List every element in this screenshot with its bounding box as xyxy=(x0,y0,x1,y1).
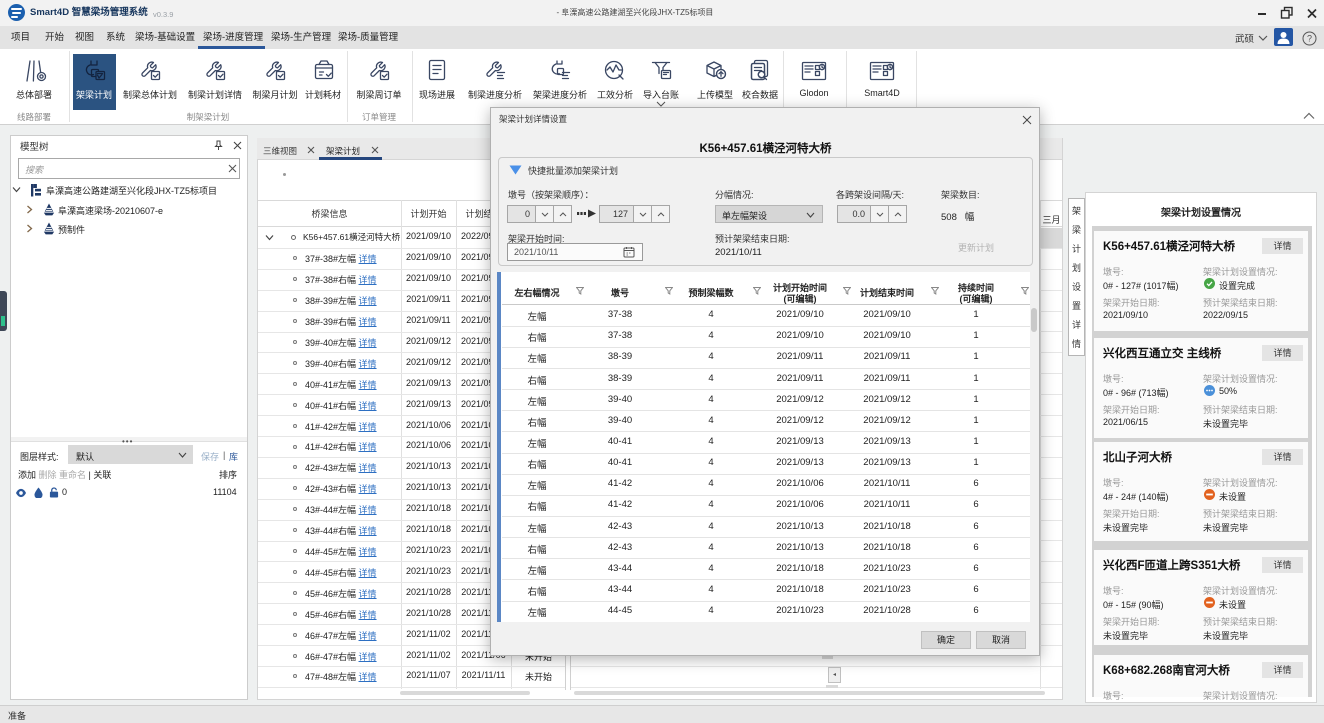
svg-text:?: ? xyxy=(1307,34,1312,44)
